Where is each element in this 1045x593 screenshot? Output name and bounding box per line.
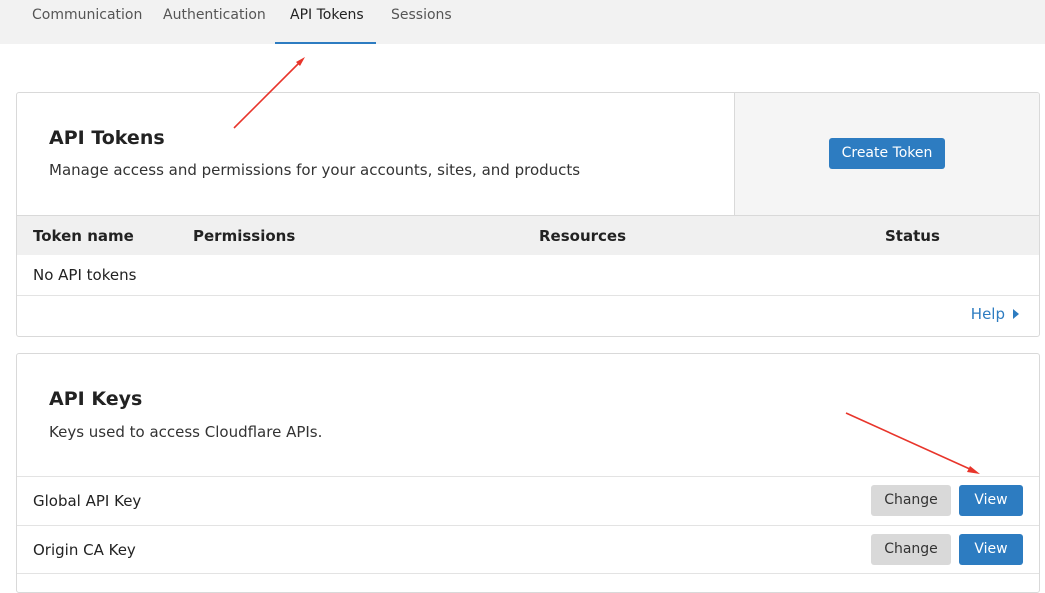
help-link[interactable]: Help [971, 305, 1019, 323]
tab-sessions[interactable]: Sessions [391, 0, 452, 44]
change-origin-ca-key-button[interactable]: Change [871, 534, 951, 565]
api-tokens-card: API Tokens Manage access and permissions… [16, 92, 1040, 337]
column-header-token-name: Token name [33, 227, 134, 245]
tab-communication[interactable]: Communication [32, 0, 142, 44]
tokens-table-header: Token name Permissions Resources Status [17, 215, 1039, 255]
key-row-global-api-key: Global API Key Change View [17, 476, 1039, 525]
tokens-empty-row: No API tokens [17, 255, 1039, 296]
view-global-api-key-button[interactable]: View [959, 485, 1023, 516]
tab-authentication[interactable]: Authentication [163, 0, 266, 44]
no-tokens-text: No API tokens [33, 266, 137, 284]
view-origin-ca-key-button[interactable]: View [959, 534, 1023, 565]
api-tokens-header: API Tokens Manage access and permissions… [17, 93, 734, 215]
api-keys-card: API Keys Keys used to access Cloudflare … [16, 353, 1040, 593]
help-link-label: Help [970, 305, 1005, 323]
api-tokens-actions: Create Token [734, 93, 1039, 215]
column-header-resources: Resources [539, 227, 627, 245]
api-tokens-title: API Tokens [49, 127, 165, 149]
change-global-api-key-button[interactable]: Change [871, 485, 951, 516]
create-token-button[interactable]: Create Token [829, 138, 945, 169]
settings-tab-bar: Communication Authentication API Tokens … [0, 0, 1045, 44]
api-keys-title: API Keys [49, 388, 143, 410]
column-header-permissions: Permissions [193, 227, 296, 245]
key-name: Global API Key [33, 492, 142, 510]
key-name: Origin CA Key [33, 541, 136, 559]
api-tokens-description: Manage access and permissions for your a… [49, 161, 581, 179]
key-row-origin-ca-key: Origin CA Key Change View [17, 525, 1039, 574]
caret-right-icon [1013, 309, 1019, 319]
column-header-status: Status [885, 227, 940, 245]
tab-api-tokens[interactable]: API Tokens [275, 0, 376, 44]
api-keys-description: Keys used to access Cloudflare APIs. [49, 423, 323, 441]
